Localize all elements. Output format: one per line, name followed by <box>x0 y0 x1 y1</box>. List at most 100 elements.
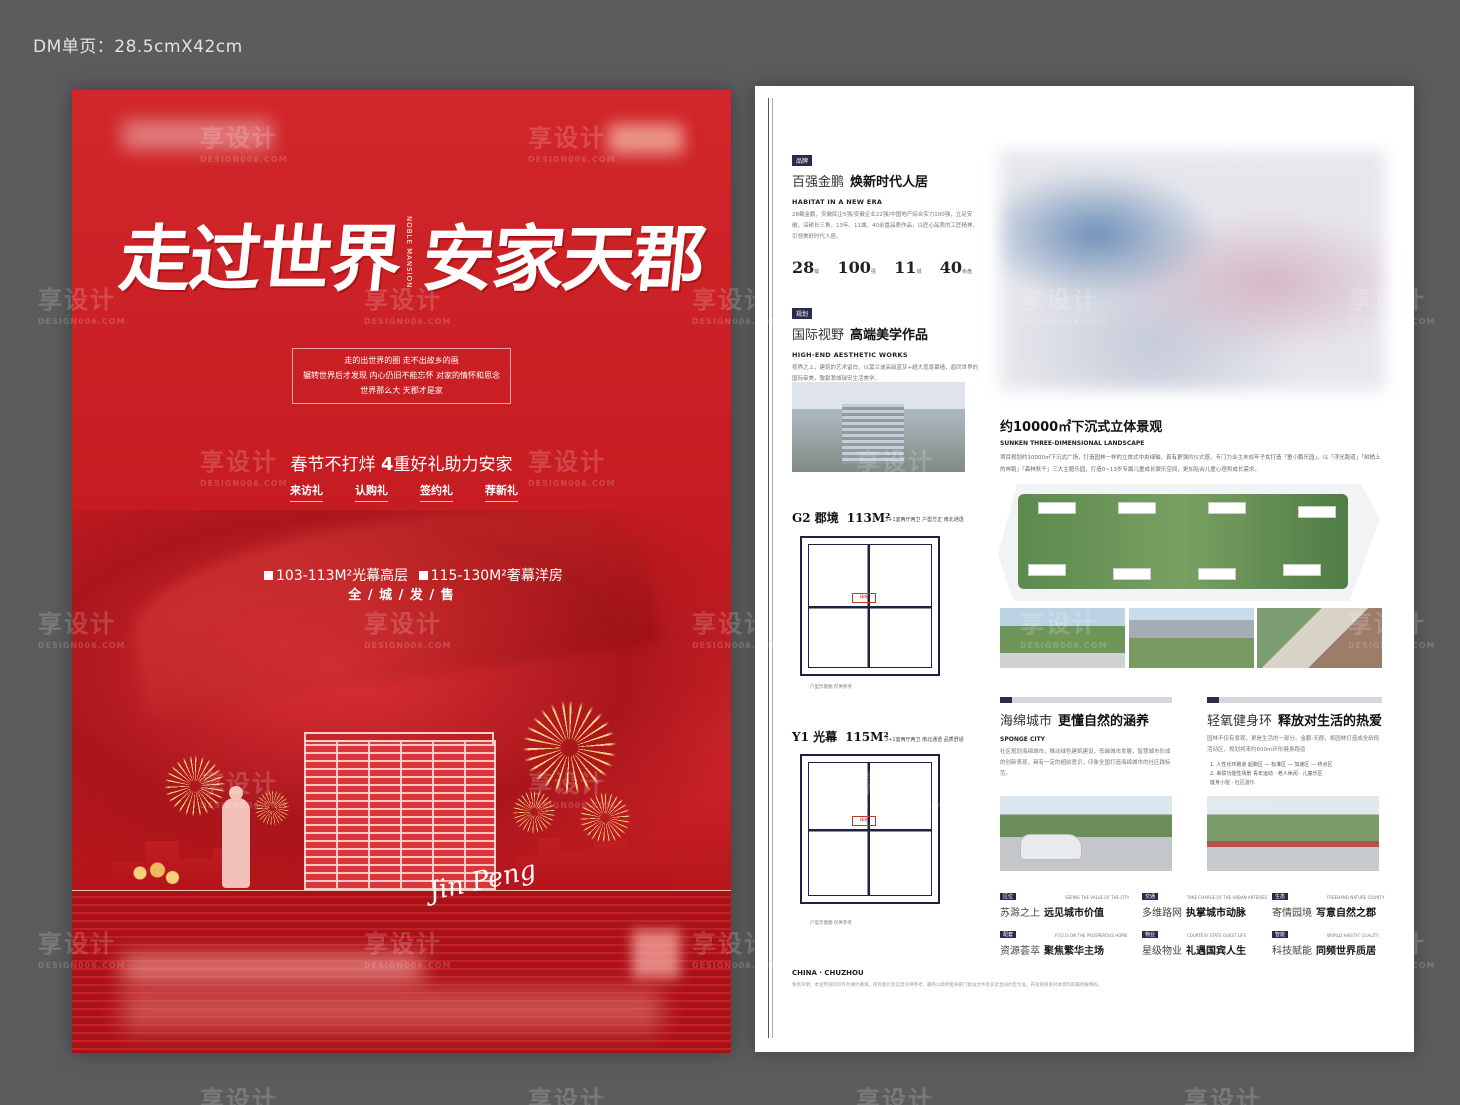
sponge-text: 社区规划海绵城市，推动绿色建筑建设，低碳城市发展，智慧城市形成的创新表现，具有一… <box>1000 749 1171 777</box>
watermark: 享设计 DESIGN006.COM <box>1184 448 1272 488</box>
promo-suffix: 重好礼助力安家 <box>393 455 513 475</box>
watermark: 享设计 DESIGN006.COM <box>692 610 780 650</box>
watermark: 享设计 DESIGN006.COM <box>856 448 944 488</box>
watermark: 享设计 <box>1184 1086 1262 1105</box>
sponge-en: SPONGE CITY <box>1000 736 1046 743</box>
watermark: 享设计 DESIGN006.COM <box>1020 930 1108 970</box>
feature-item: 交通 TAKE CHARGE OF THE URBAN ARTERIES 多维路网执… <box>1142 893 1268 919</box>
promo-highlight: 4 <box>380 454 394 475</box>
ground-line <box>72 890 731 891</box>
gift-item: 认购礼 <box>355 482 388 502</box>
landscape-title: 约10000㎡下沉式立体景观 <box>1000 420 1163 435</box>
watermark: 享设计 DESIGN006.COM <box>1348 930 1436 970</box>
promo-prefix: 春节不打烊 <box>290 455 376 475</box>
watermark: 享设计 DESIGN006.COM <box>38 610 126 650</box>
area-villa: 115-130M²奢幕洋房 <box>430 568 563 584</box>
floor-plan-g2: 精装 <box>800 536 940 676</box>
watermark: 享设计 DESIGN006.COM <box>692 286 780 326</box>
area-line: 103-113M²光幕高层 115-130M²奢幕洋房 <box>264 565 563 585</box>
traveler-figure <box>222 786 250 888</box>
margin-rule <box>768 98 769 1038</box>
section-bar <box>1000 697 1172 703</box>
watermark: 享设计 DESIGN006.COM <box>1348 286 1436 326</box>
watermark: 享设计 DESIGN006.COM <box>1020 610 1108 650</box>
slogan-line: 世界那么大 天郡才是家 <box>360 386 443 395</box>
sale-line: 全 / 城 / 发 / 售 <box>348 588 455 603</box>
stat: 40余盘 <box>939 258 972 277</box>
watermark: 享设计 DESIGN006.COM <box>528 124 616 164</box>
brand-title: 百强金鹏 焕新时代人居 <box>792 175 929 190</box>
watermark: 享设计 DESIGN006.COM <box>856 770 944 810</box>
watermark: 享设计 DESIGN006.COM <box>364 930 452 970</box>
promo-line: 春节不打烊 4重好礼助力安家 <box>72 450 731 475</box>
slogan-line: 走的出世界的圈 走不出故乡的画 <box>344 356 459 365</box>
watermark: 享设计 <box>856 1086 934 1105</box>
slogan-line: 辗转世界后才发现 内心仍旧不能忘怀 对家的情怀和思念 <box>302 371 501 380</box>
section-bar <box>1207 697 1382 703</box>
brand-stats: 28载 100强 11城 40余盘 <box>792 258 972 277</box>
blurred-location-map <box>1000 150 1385 390</box>
lanterns-icon <box>130 858 180 888</box>
oxygen-text: 园林不仅有景观，更是生活的一部分。金鹏·天郡，将园林打造成全龄段活动区，规划将来… <box>1207 736 1380 753</box>
building-illustration <box>304 732 496 890</box>
stat: 100强 <box>837 258 876 277</box>
watermark: 享设计 <box>200 1086 278 1105</box>
back-page: 品牌 百强金鹏 焕新时代人居 HABITAT IN A NEW ERA 28载金鹏… <box>755 86 1414 1052</box>
design-section: 规划 国际视野 高端美学作品 HIGH-END AESTHETIC WORKS 视… <box>792 301 982 385</box>
watermark: 享设计 DESIGN006.COM <box>528 448 616 488</box>
spec-label: DM单页：28.5cmX42cm <box>33 37 243 57</box>
watermark: 享设计 DESIGN006.COM <box>1020 286 1108 326</box>
feature-item: 区位 SEEING THE VALUE OF THE CITY 苏滁之上 远见城市价值 <box>1000 893 1130 919</box>
headline-en-badge: NOBLE MANSION <box>405 216 413 289</box>
plan-y1-sub: 3+1室两厅两卫 南北通透 品质舒适 <box>885 737 964 743</box>
section-tag: 规划 <box>792 308 813 319</box>
stat: 11城 <box>894 258 922 277</box>
watermark: 享设计 DESIGN006.COM <box>38 930 126 970</box>
plan-y1-title: Y1 光幕 115M² <box>792 730 889 744</box>
watermark: 享设计 DESIGN006.COM <box>1184 124 1272 164</box>
margin-rule <box>772 98 773 1038</box>
landscape-en: SUNKEN THREE-DIMENSIONAL LANDSCAPE <box>1000 440 1145 447</box>
gift-item: 来访礼 <box>290 482 323 502</box>
bullet-icon <box>418 571 428 580</box>
watermark: 享设计 DESIGN006.COM <box>364 610 452 650</box>
watermark: 享设计 DESIGN006.COM <box>856 124 944 164</box>
oxygen-title: 轻氧健身环 释放对生活的热爱 <box>1207 714 1383 729</box>
plan-legend: 户型示意图 仅供参考 <box>810 921 852 926</box>
sponge-city-photo <box>1000 796 1172 871</box>
bullet-icon <box>264 571 273 580</box>
feature-item: 物业 COURTESY STATE GUEST LIFE 星级物业 礼遇国宾人生 <box>1142 931 1246 957</box>
gift-item: 签约礼 <box>420 482 453 502</box>
plan-g2-sub: 3+1室两厅两卫 户型方正 南北通透 <box>885 517 964 523</box>
section-tag: 品牌 <box>792 155 813 166</box>
watermark: 享设计 DESIGN006.COM <box>200 770 288 810</box>
design-title: 国际视野 高端美学作品 <box>792 328 929 343</box>
watermark: 享设计 DESIGN006.COM <box>1348 610 1436 650</box>
footer-disclaimer: 免责声明：本宣传资料仅作为要约邀请，所有图片及信息仅供参考，最终以政府相关部门批… <box>792 983 1103 988</box>
watermark: 享设计 DESIGN006.COM <box>38 286 126 326</box>
watermark: 享设计 DESIGN006.COM <box>200 124 288 164</box>
sponge-title: 海绵城市 更懂自然的涵养 <box>1000 714 1150 729</box>
area-highrise: 103-113M²光幕高层 <box>276 568 409 584</box>
plan-g2-title: G2 郡境 113M² <box>792 511 891 525</box>
brand-en: HABITAT IN A NEW ERA <box>792 198 883 206</box>
watermark: 享设计 <box>528 1086 606 1105</box>
gift-list: 来访礼 认购礼 签约礼 荐新礼 <box>290 482 518 502</box>
watermark: 享设计 DESIGN006.COM <box>528 770 616 810</box>
watermark: 享设计 DESIGN006.COM <box>200 448 288 488</box>
site-plan <box>998 484 1380 601</box>
watermark: 享设计 DESIGN006.COM <box>364 286 452 326</box>
landscape-photo <box>1128 608 1254 668</box>
plan-legend: 户型示意图 仅供参考 <box>810 685 852 690</box>
footer-location: CHINA · CHUZHOU <box>792 969 864 977</box>
feature-item: 生态 FREEHAND NATURE COUNTY 寄情园境 写意自然之郡 <box>1272 893 1385 919</box>
blurred-qr-code <box>632 930 680 978</box>
blurred-logo-right <box>608 124 683 154</box>
watermark: 享设计 DESIGN006.COM <box>1184 770 1272 810</box>
brand-text: 28载金鹏，安徽民企5强/安徽企业22强/中国地产综合实力100强，立足安徽，深… <box>792 212 978 240</box>
slogan-box: 走的出世界的圈 走不出故乡的画 辗转世界后才发现 内心仍旧不能忘怀 对家的情怀和… <box>292 348 511 404</box>
blurred-address <box>122 990 662 1030</box>
stat: 28载 <box>792 258 820 277</box>
gift-item: 荐新礼 <box>485 482 518 502</box>
design-en: HIGH-END AESTHETIC WORKS <box>792 351 908 359</box>
